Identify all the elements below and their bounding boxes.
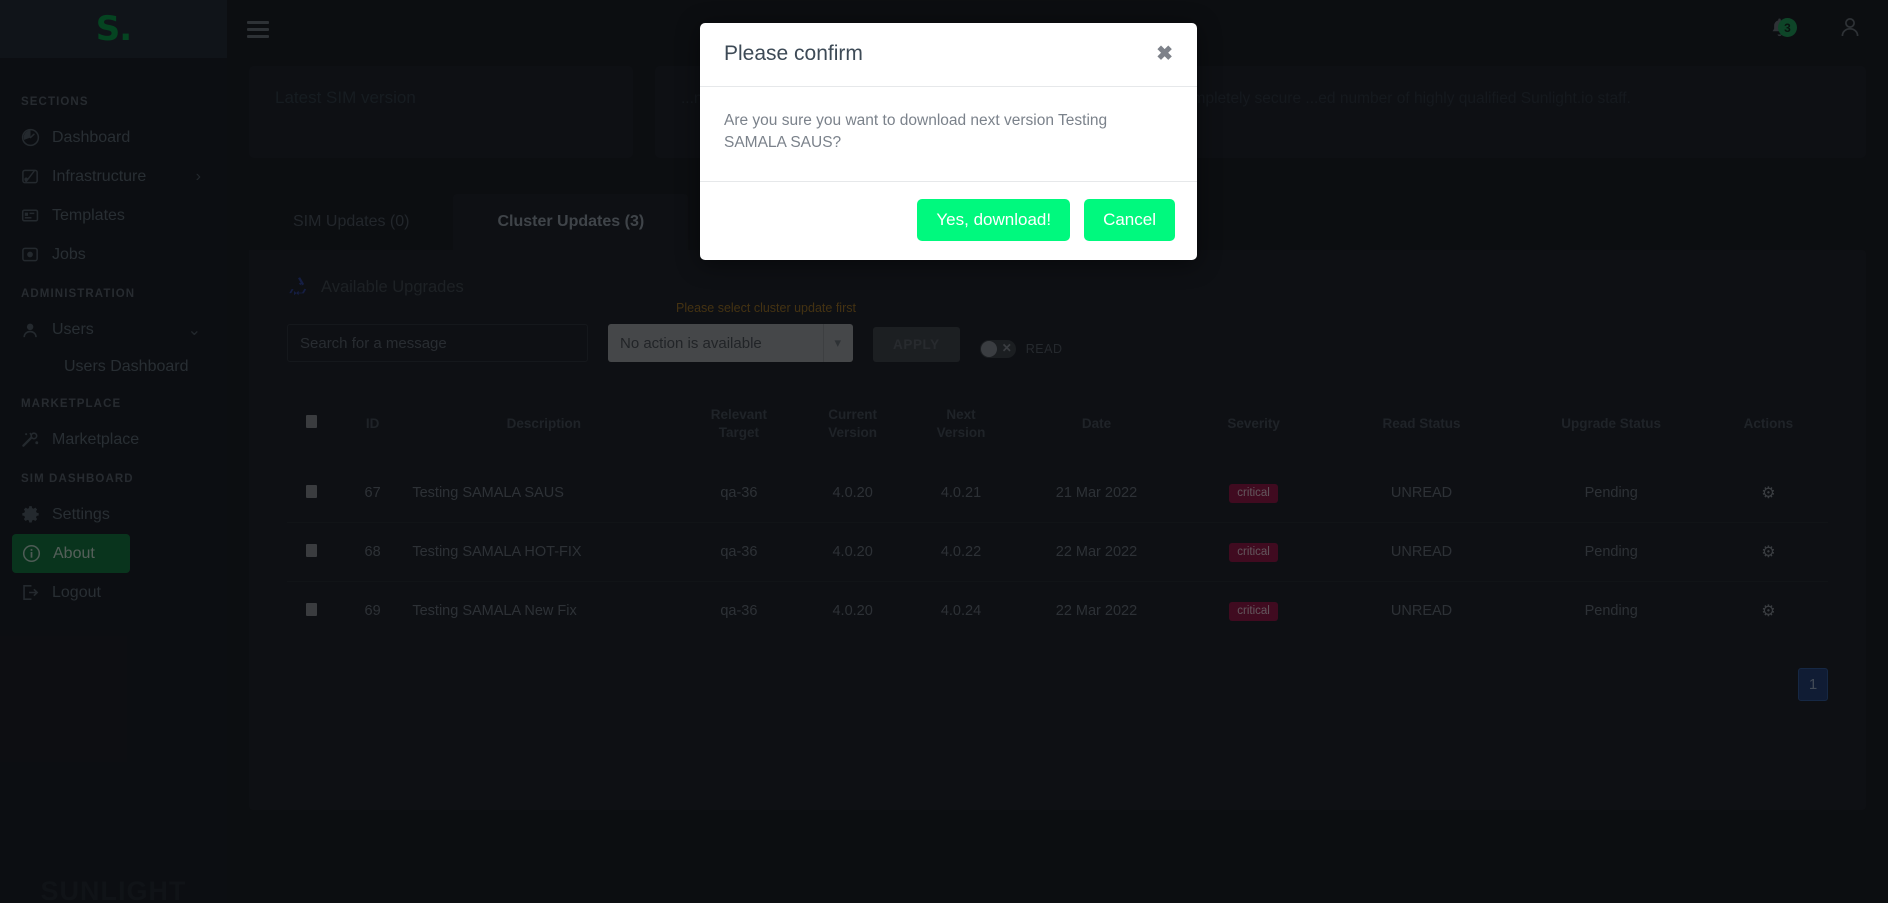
- modal-title: Please confirm: [724, 42, 863, 65]
- modal-footer: Yes, download! Cancel: [700, 182, 1197, 260]
- close-icon[interactable]: ✖: [1156, 44, 1173, 64]
- modal-message: Are you sure you want to download next v…: [700, 87, 1197, 182]
- cancel-button[interactable]: Cancel: [1084, 198, 1175, 241]
- app-root: S. SECTIONS Dashboard Infrastructure ›: [0, 0, 1888, 903]
- confirm-modal: Please confirm ✖ Are you sure you want t…: [700, 23, 1197, 260]
- modal-header: Please confirm ✖: [700, 23, 1197, 87]
- confirm-download-button[interactable]: Yes, download!: [917, 198, 1071, 241]
